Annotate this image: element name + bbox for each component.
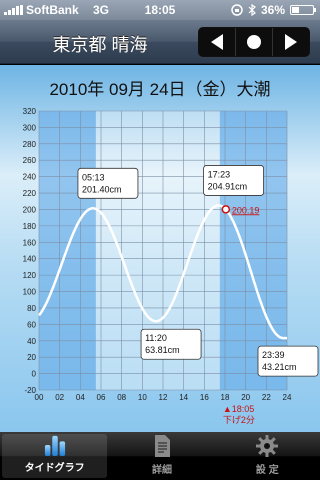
x-tick-label: 20 — [241, 393, 250, 402]
x-tick-label: 18 — [221, 393, 230, 402]
circle-icon — [247, 35, 261, 49]
current-trend-label: 下げ2分 — [223, 415, 255, 425]
current-tide-marker — [221, 205, 231, 214]
tab-tide-graph[interactable]: タイドグラフ — [2, 434, 108, 478]
y-tick-label: 0 — [32, 370, 37, 379]
next-day-button[interactable] — [273, 28, 309, 56]
tide-callout-time: 11:20 — [145, 333, 167, 343]
y-tick-label: 40 — [27, 337, 36, 346]
y-tick-label: 120 — [23, 271, 37, 280]
y-tick-label: 80 — [27, 304, 36, 313]
x-tick-label: 16 — [200, 393, 209, 402]
tide-callout-height: 201.40cm — [82, 184, 122, 194]
current-time-label: ▲18:05 — [223, 404, 254, 414]
x-tick-label: 22 — [262, 393, 271, 402]
status-bar: SoftBank 3G 18:05 36% — [0, 0, 320, 20]
y-tick-label: 300 — [23, 123, 37, 132]
y-tick-label: 180 — [23, 222, 37, 231]
location-title: 東京都 晴海 — [52, 35, 148, 55]
today-button[interactable] — [236, 28, 273, 56]
y-tick-label: 260 — [23, 156, 37, 165]
tide-callout-height: 43.21cm — [262, 362, 297, 372]
x-tick-label: 12 — [159, 393, 168, 402]
y-tick-label: 220 — [23, 189, 37, 198]
y-tick-label: 140 — [23, 255, 37, 264]
x-tick-label: 10 — [138, 393, 147, 402]
battery-percentage: 36% — [260, 3, 285, 17]
x-tick-label: 02 — [55, 393, 64, 402]
tide-callout-time: 05:13 — [82, 172, 105, 182]
bluetooth-icon — [248, 4, 256, 16]
previous-day-button[interactable] — [199, 28, 236, 56]
tide-graph-icon — [44, 435, 65, 456]
x-tick-label: 24 — [283, 393, 292, 402]
day-navigation-control — [198, 27, 310, 57]
tab-bar: タイドグラフ 詳細 設 定 — [0, 432, 320, 480]
tide-callout-height: 204.91cm — [208, 181, 248, 191]
navigation-bar: 東京都 晴海 — [0, 20, 320, 64]
x-tick-label: 08 — [117, 393, 126, 402]
y-tick-label: 240 — [23, 173, 37, 182]
tab-details[interactable]: 詳細 — [109, 432, 214, 480]
date-title: 2010年 09月 24日（金）大潮 — [49, 80, 271, 99]
lock-rotation-icon — [231, 4, 243, 16]
triangle-left-icon — [211, 34, 223, 50]
y-tick-label: 60 — [27, 320, 36, 329]
y-tick-label: 200 — [23, 205, 37, 214]
y-tick-label: 20 — [27, 353, 36, 362]
y-tick-label: 280 — [23, 140, 37, 149]
x-tick-label: 14 — [179, 393, 188, 402]
tide-chart: -200204060801001201401601802002202402602… — [23, 107, 319, 425]
x-tick-label: 00 — [35, 393, 44, 402]
tide-callout-height: 63.81cm — [145, 345, 180, 355]
current-tide-value: 200.19 — [232, 205, 260, 215]
document-icon — [154, 435, 170, 457]
x-tick-label: 04 — [76, 393, 85, 402]
battery-icon — [290, 5, 316, 15]
tab-label-tide-graph: タイドグラフ — [24, 463, 85, 474]
tide-callout-time: 17:23 — [208, 169, 231, 179]
gear-icon — [256, 435, 279, 457]
tide-graph-view[interactable]: -20 0 20 40 60 80 100 120 140 160 180 200 220 240 260 2… — [0, 65, 320, 432]
triangle-right-icon — [285, 34, 297, 50]
tab-settings[interactable]: 設 定 — [215, 432, 320, 480]
y-tick-label: 160 — [23, 238, 37, 247]
y-tick-label: 320 — [23, 107, 37, 116]
y-tick-label: 100 — [23, 288, 37, 297]
tide-callout-time: 23:39 — [262, 350, 285, 360]
tab-label-settings: 設 定 — [255, 465, 279, 476]
x-tick-label: 06 — [97, 393, 106, 402]
tab-label-details: 詳細 — [151, 465, 172, 476]
